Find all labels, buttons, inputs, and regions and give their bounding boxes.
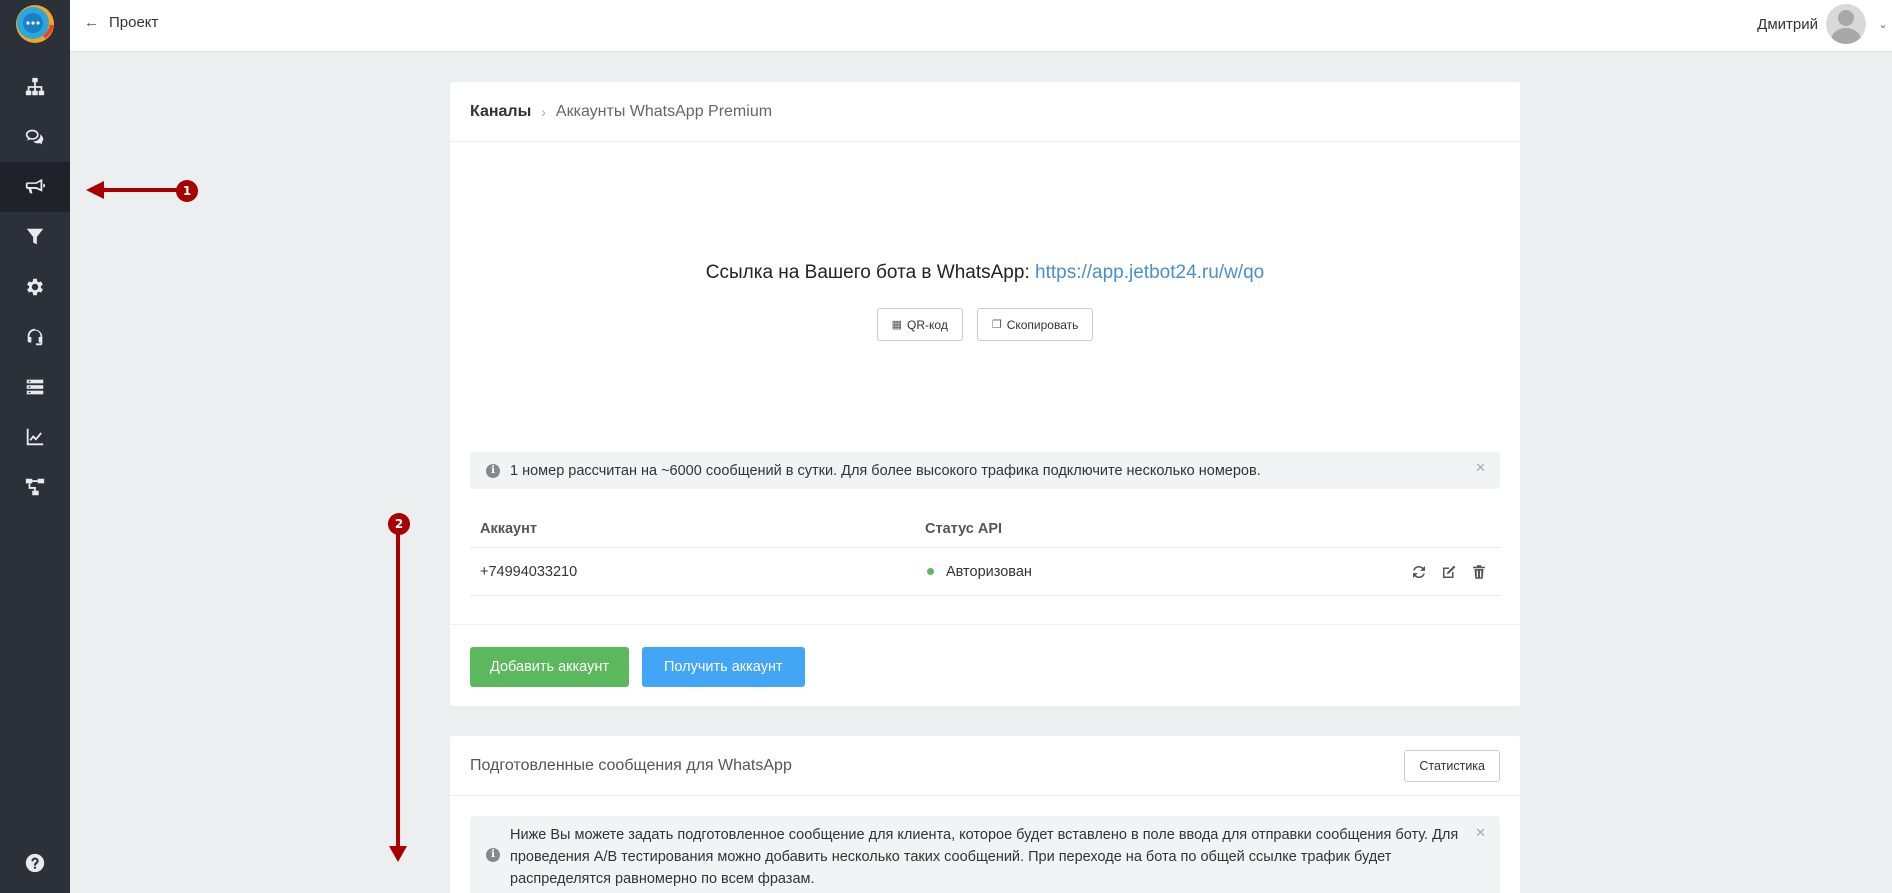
- flow-icon: [25, 478, 45, 496]
- chat-icon: [25, 129, 44, 145]
- avatar[interactable]: [1826, 4, 1866, 44]
- annotation-badge-2: 2: [388, 513, 410, 535]
- messages-title: Подготовленные сообщения для WhatsApp: [470, 756, 792, 774]
- qr-code-button[interactable]: ▦ QR-код: [876, 308, 963, 341]
- info-icon: i: [486, 848, 500, 862]
- qr-icon: ▦: [891, 319, 903, 331]
- server-icon: [26, 379, 44, 395]
- sidebar-item-funnels[interactable]: [0, 212, 70, 262]
- sidebar: [0, 0, 70, 893]
- app-logo[interactable]: [14, 3, 56, 45]
- breadcrumb-channels[interactable]: Каналы: [470, 103, 531, 121]
- chevron-right-icon: ›: [541, 103, 546, 120]
- arrow-left-icon: ←: [84, 14, 99, 31]
- sidebar-item-channels[interactable]: [0, 162, 70, 212]
- link-actions: ▦ QR-код ❐ Скопировать: [450, 308, 1520, 341]
- copy-icon: ❐: [991, 319, 1002, 331]
- trash-icon[interactable]: [1470, 563, 1488, 581]
- sidebar-item-database[interactable]: [0, 362, 70, 412]
- info-icon: i: [486, 463, 500, 478]
- col-account: Аккаунт: [480, 520, 537, 537]
- sidebar-item-support[interactable]: [0, 312, 70, 362]
- copy-button[interactable]: ❐ Скопировать: [976, 308, 1094, 341]
- sidebar-item-integrations[interactable]: [0, 462, 70, 512]
- sidebar-item-structure[interactable]: [0, 62, 70, 112]
- table-row: +74994033210 Авторизован: [470, 548, 1500, 596]
- messages-info-text: Ниже Вы можете задать подготовленное соо…: [510, 827, 1459, 887]
- topbar: ← Проект Дмитрий ⌄: [70, 0, 1892, 52]
- row-actions: [1410, 563, 1500, 581]
- messages-card: Подготовленные сообщения для WhatsApp Ст…: [450, 736, 1520, 893]
- add-account-button[interactable]: Добавить аккаунт: [470, 647, 629, 687]
- user-name: Дмитрий: [1757, 15, 1818, 33]
- info-alert: i 1 номер рассчитан на ~6000 сообщений в…: [470, 452, 1500, 489]
- table-header: Аккаунт Статус API: [470, 510, 1500, 548]
- edit-icon[interactable]: [1440, 563, 1458, 581]
- funnel-icon: [26, 228, 44, 245]
- megaphone-icon: [25, 178, 46, 194]
- get-account-button[interactable]: Получить аккаунт: [641, 647, 805, 687]
- bot-link-line: Ссылка на Вашего бота в WhatsApp: https:…: [450, 262, 1520, 284]
- sidebar-item-analytics[interactable]: [0, 412, 70, 462]
- back-link[interactable]: ← Проект: [84, 14, 158, 31]
- bot-link[interactable]: https://app.jetbot24.ru/w/qo: [1035, 262, 1264, 283]
- col-status: Статус API: [925, 520, 1003, 537]
- gear-icon: [27, 278, 43, 296]
- info-alert-text: 1 номер рассчитан на ~6000 сообщений в с…: [510, 462, 1261, 479]
- help-icon: [25, 853, 45, 873]
- accounts-table: Аккаунт Статус API +74994033210 Авторизо…: [470, 510, 1500, 596]
- messages-info-alert: i Ниже Вы можете задать подготовленное с…: [470, 816, 1500, 893]
- refresh-icon[interactable]: [1410, 563, 1428, 581]
- status-dot: [927, 568, 934, 575]
- statistics-button[interactable]: Статистика: [1404, 749, 1500, 782]
- user-menu[interactable]: Дмитрий ⌄: [1757, 4, 1892, 44]
- status-cell: Авторизован: [925, 564, 1410, 580]
- status-badge: Авторизован: [946, 563, 1032, 580]
- account-number: +74994033210: [480, 563, 578, 580]
- annotation-badge-1: 1: [176, 180, 198, 202]
- breadcrumb-current: Аккаунты WhatsApp Premium: [555, 102, 773, 120]
- chart-icon: [26, 428, 44, 446]
- headset-icon: [27, 328, 43, 346]
- sidebar-item-settings[interactable]: [0, 262, 70, 312]
- breadcrumb: Каналы › Аккаунты WhatsApp Premium: [450, 82, 1520, 142]
- sidebar-help[interactable]: [0, 838, 70, 888]
- chevron-down-icon[interactable]: ⌄: [1874, 18, 1892, 31]
- channels-card: Каналы › Аккаунты WhatsApp Premium Ссылк…: [450, 82, 1520, 706]
- bot-link-label: Ссылка на Вашего бота в WhatsApp:: [705, 262, 1030, 283]
- back-label: Проект: [109, 14, 159, 31]
- messages-header: Подготовленные сообщения для WhatsApp Ст…: [450, 736, 1520, 796]
- card-footer: Добавить аккаунт Получить аккаунт: [450, 624, 1520, 706]
- close-icon[interactable]: ✕: [1475, 822, 1486, 844]
- sidebar-item-chats[interactable]: [0, 112, 70, 162]
- close-icon[interactable]: ✕: [1475, 460, 1486, 476]
- sitemap-icon: [25, 77, 45, 96]
